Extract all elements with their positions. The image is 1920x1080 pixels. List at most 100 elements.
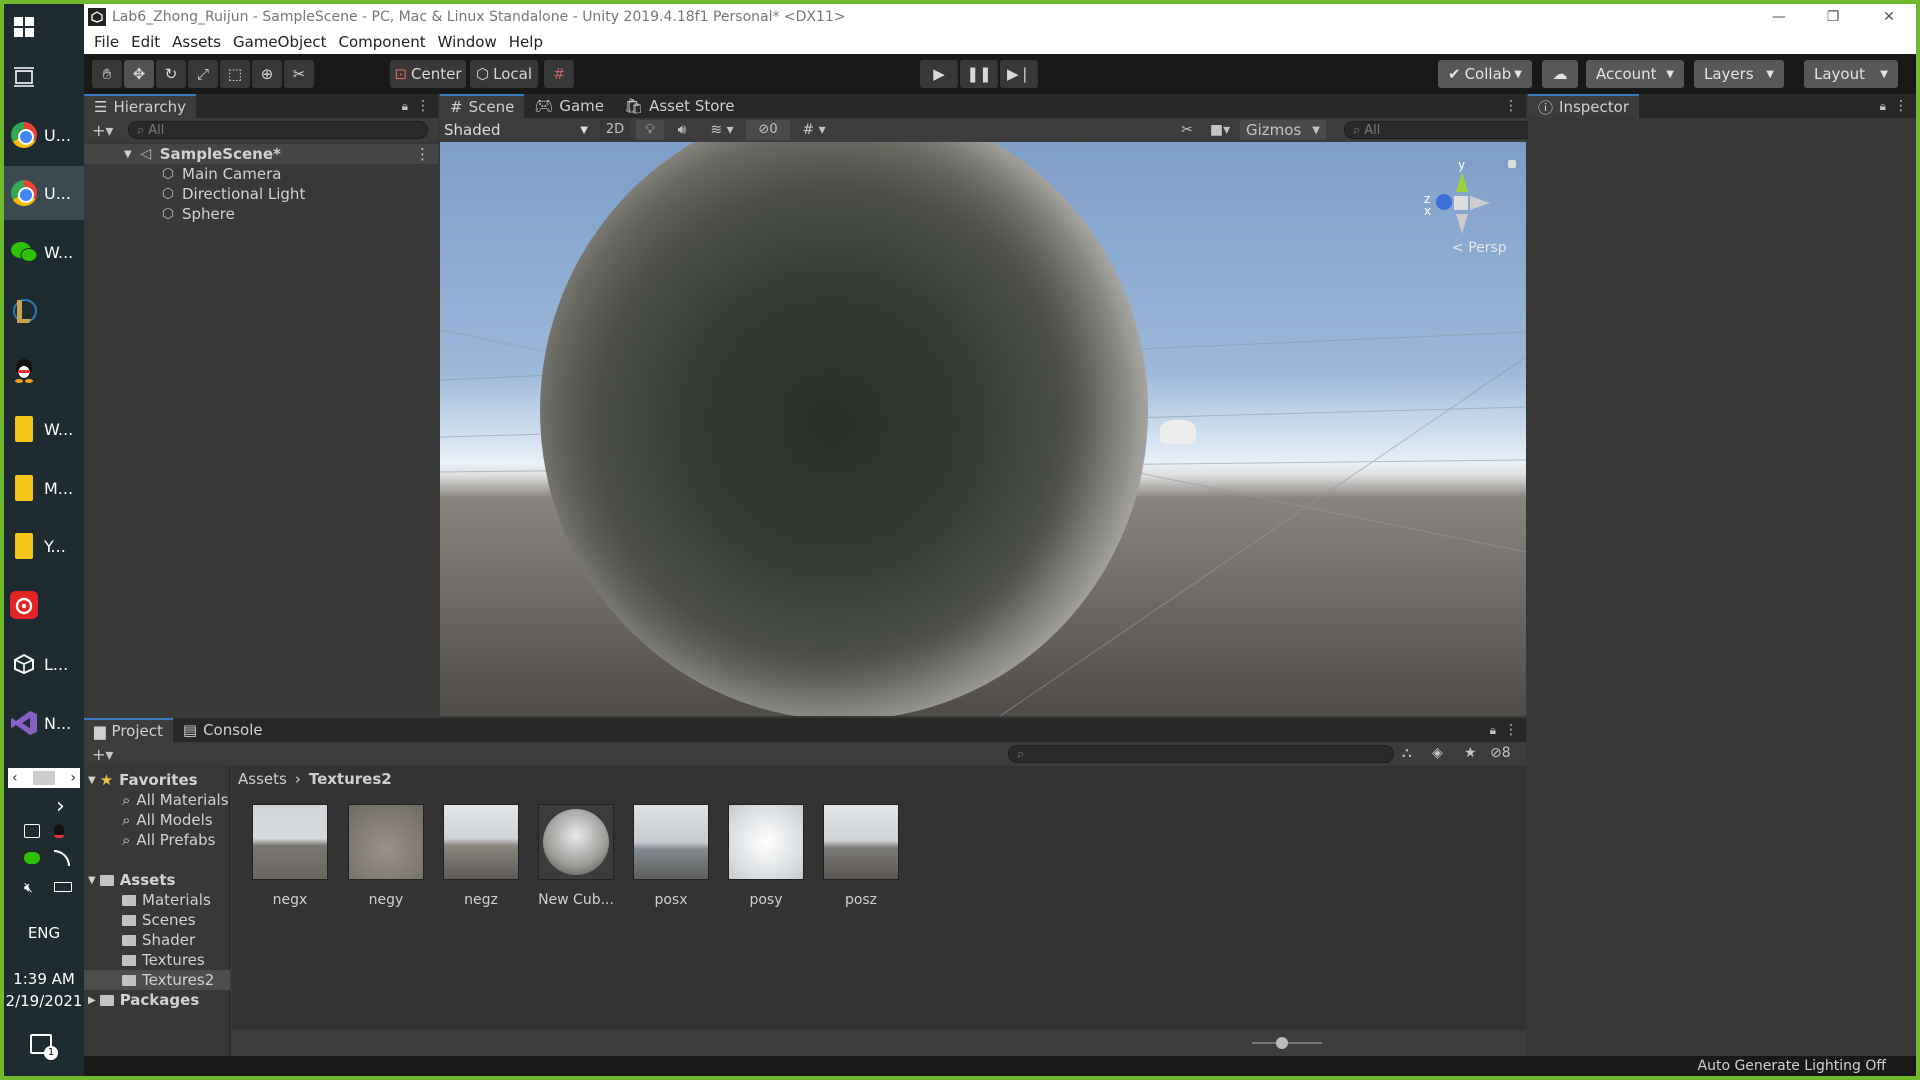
hierarchy-search-input[interactable]: ⌕ All <box>128 121 428 139</box>
taskbar-item-netease[interactable] <box>4 578 84 632</box>
asset-thumbnail-negx[interactable] <box>252 804 328 880</box>
hierarchy-item-sphere[interactable]: ⬡ Sphere <box>84 204 235 224</box>
taskbar-item-chrome-2[interactable]: U... <box>4 166 84 220</box>
folder-shader[interactable]: Shader <box>84 930 195 950</box>
tab-inspector[interactable]: ⓘ Inspector <box>1528 94 1639 118</box>
asset-thumbnail-posy[interactable] <box>728 804 804 880</box>
axis-z-cone[interactable] <box>1436 194 1452 210</box>
tab-console[interactable]: ▤ Console <box>173 718 273 742</box>
favorites-row[interactable]: ▼ ★ Favorites <box>84 770 198 790</box>
assets-root-row[interactable]: ▼ Assets <box>84 870 175 890</box>
asset-thumbnail-negy[interactable] <box>348 804 424 880</box>
audio-toggle[interactable]: 🔊︎ <box>668 120 696 140</box>
tab-asset-store[interactable]: 🛍︎ Asset Store <box>614 94 744 118</box>
rotate-tool-button[interactable]: ↻ <box>156 60 186 88</box>
orientation-gizmo[interactable]: y z x < Persp <box>1422 158 1516 258</box>
scene-more-icon[interactable]: ⋮ <box>415 145 430 163</box>
asset-thumbnail-posx[interactable] <box>633 804 709 880</box>
taskbar-item-folder-y[interactable]: Y... <box>4 519 84 573</box>
layout-dropdown[interactable]: Layout ▼ <box>1804 60 1898 88</box>
collab-dropdown[interactable]: ✔ Collab ▼ <box>1438 60 1532 88</box>
meet-now-icon[interactable] <box>24 824 40 838</box>
menu-gameobject[interactable]: GameObject <box>233 33 327 51</box>
favorites-star-icon[interactable]: ★ <box>1464 745 1477 761</box>
folder-textures2[interactable]: Textures2 <box>84 970 230 990</box>
chevron-right-icon[interactable]: ▶ <box>88 995 96 1006</box>
shading-mode-dropdown[interactable]: Shaded ▼ <box>444 120 588 140</box>
create-add-button[interactable]: +▾ <box>92 121 113 140</box>
asset-label-posz[interactable]: posz <box>816 892 906 908</box>
menu-edit[interactable]: Edit <box>131 33 160 51</box>
move-tool-button[interactable]: ✥ <box>124 60 154 88</box>
hierarchy-item-directional-light[interactable]: ⬡ Directional Light <box>84 184 305 204</box>
play-button[interactable]: ▶ <box>920 60 958 88</box>
chevron-left-icon[interactable]: ‹ <box>12 770 18 786</box>
axis-x-neg-cone[interactable] <box>1470 196 1490 210</box>
show-hidden-icon[interactable]: › <box>56 794 65 819</box>
clock-time[interactable]: 1:39 AM <box>4 970 84 988</box>
favorite-all-prefabs[interactable]: ⌕ All Prefabs <box>84 830 215 850</box>
layers-dropdown[interactable]: Layers ▼ <box>1694 60 1784 88</box>
scene-viewport[interactable]: y z x < Persp <box>440 142 1526 716</box>
lock-icon[interactable]: 🔒︎ <box>402 99 408 114</box>
hierarchy-item-main-camera[interactable]: ⬡ Main Camera <box>84 164 282 184</box>
rect-tool-button[interactable]: ⬚ <box>220 60 250 88</box>
more-options-icon[interactable]: ⋮ <box>1894 98 1908 114</box>
hand-tool-button[interactable]: ✋︎ <box>92 60 122 88</box>
custom-tool-button[interactable]: ✂ <box>284 60 314 88</box>
more-options-icon[interactable]: ⋮ <box>1504 722 1518 738</box>
asset-label-posy[interactable]: posy <box>721 892 811 908</box>
scale-tool-button[interactable]: ⤢ <box>188 60 218 88</box>
taskbar-item-unity[interactable]: L... <box>4 637 84 691</box>
minimize-button[interactable]: — <box>1754 4 1804 30</box>
taskbar-item-qq[interactable] <box>4 343 84 397</box>
axis-y-cone[interactable] <box>1456 172 1468 192</box>
tab-project[interactable]: ▆ Project <box>84 718 173 742</box>
asset-thumbnail-new-cubemap[interactable] <box>538 804 614 880</box>
camera-dropdown[interactable]: ■▾ <box>1202 120 1238 140</box>
asset-label-negy[interactable]: negy <box>341 892 431 908</box>
qq-tray-icon[interactable] <box>54 824 64 838</box>
chevron-down-icon[interactable]: ▼ <box>88 875 96 886</box>
menu-assets[interactable]: Assets <box>172 33 221 51</box>
menu-help[interactable]: Help <box>509 33 543 51</box>
folder-materials[interactable]: Materials <box>84 890 211 910</box>
taskbar-item-folder-w[interactable]: W... <box>4 402 84 456</box>
scene-tools-button[interactable]: ✂ <box>1174 120 1200 140</box>
taskbar-item-wechat[interactable]: W... <box>4 225 84 279</box>
wechat-tray-icon[interactable] <box>24 852 40 864</box>
cloud-button[interactable]: ☁ <box>1542 60 1578 88</box>
gizmo-lock-icon[interactable] <box>1508 160 1516 168</box>
asset-thumbnail-negz[interactable] <box>443 804 519 880</box>
task-view-button[interactable] <box>4 52 84 102</box>
packages-row[interactable]: ▶ Packages <box>84 990 199 1010</box>
menu-window[interactable]: Window <box>438 33 497 51</box>
light-gizmo-icon[interactable] <box>1160 420 1196 444</box>
effects-dropdown[interactable]: ≋ ▾ <box>700 120 744 140</box>
thumbnail-size-slider-handle[interactable] <box>1276 1037 1288 1049</box>
clock-date[interactable]: 2/19/2021 <box>4 992 84 1010</box>
taskbar-item-visual-studio[interactable]: N... <box>4 696 84 750</box>
mute-icon[interactable]: 🔇︎ <box>24 880 33 896</box>
asset-thumbnail-posz[interactable] <box>823 804 899 880</box>
sphere-object[interactable] <box>540 142 1148 716</box>
grid-toggle[interactable]: # ▾ <box>792 120 836 140</box>
chevron-right-icon[interactable]: › <box>70 770 76 786</box>
hidden-packages-toggle[interactable]: ⊘8 <box>1490 745 1511 761</box>
chevron-down-icon[interactable]: ▼ <box>124 149 132 160</box>
breadcrumb-assets[interactable]: Assets <box>238 770 287 788</box>
menu-file[interactable]: File <box>94 33 119 51</box>
battery-icon[interactable] <box>54 882 72 892</box>
menu-component[interactable]: Component <box>339 33 426 51</box>
asset-label-negx[interactable]: negx <box>245 892 335 908</box>
scroll-thumb[interactable] <box>33 771 55 785</box>
axis-y-neg-cone[interactable] <box>1456 214 1468 234</box>
step-button[interactable]: ▶❘ <box>1000 60 1038 88</box>
asset-label-negz[interactable]: negz <box>436 892 526 908</box>
transform-tool-button[interactable]: ⊕ <box>252 60 282 88</box>
gizmos-dropdown[interactable]: Gizmos ▼ <box>1240 120 1326 140</box>
taskbar-item-chrome-1[interactable]: U... <box>4 108 84 162</box>
taskbar-scroller[interactable]: ‹ › <box>8 768 80 788</box>
taskbar-item-league[interactable] <box>4 284 84 338</box>
project-search-input[interactable]: ⌕ <box>1008 745 1394 763</box>
